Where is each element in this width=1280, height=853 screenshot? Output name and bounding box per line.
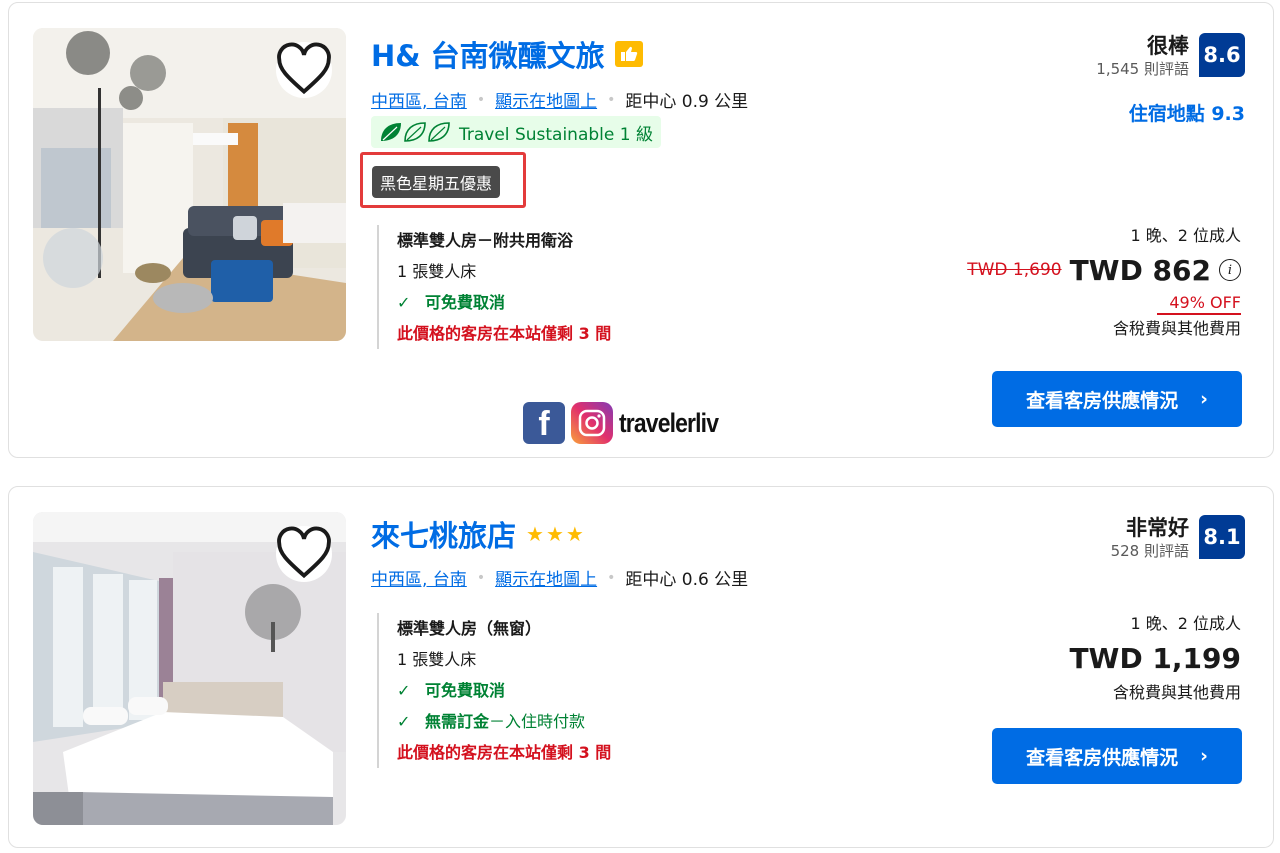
heart-icon [277,526,331,579]
room-details: 標準雙人房－附共用衛浴 1 張雙人床 ✓ 可免費取消 此價格的客房在本站僅剩 3 … [377,225,611,349]
info-icon[interactable]: i [1219,259,1241,281]
separator-dot: • [476,569,486,586]
price-block: 1 晚、2 位成人 TWD 1,199 含稅費與其他費用 [1069,611,1241,707]
save-to-wishlist-button[interactable] [276,42,332,98]
sustainability-label: Travel Sustainable 1 級 [459,124,653,145]
free-cancellation: ✓ 可免費取消 [397,675,611,706]
see-availability-label: 查看客房供應情況 [1026,389,1179,412]
checkmark-icon: ✓ [397,712,411,731]
highlight-box: 黑色星期五優惠 [360,152,526,208]
distance-from-center: 距中心 0.9 公里 [625,92,749,112]
scarcity-message: 此價格的客房在本站僅剩 3 間 [397,324,612,343]
review-count: 528 則評語 [1110,542,1189,560]
checkmark-icon: ✓ [397,293,411,312]
score-badge: 8.6 [1199,33,1245,77]
watermark-text: travelerliv [619,407,719,438]
score-badge: 8.1 [1199,515,1245,559]
free-cancellation: ✓ 可免費取消 [397,287,611,318]
rating-word: 很棒 [1147,34,1189,58]
save-to-wishlist-button[interactable] [276,526,332,582]
separator-dot: • [607,569,616,586]
rating-word: 非常好 [1126,516,1189,540]
property-name-link[interactable]: H& 台南微醺文旅 [371,33,605,75]
review-count: 1,545 則評語 [1096,60,1189,78]
show-on-map-link[interactable]: 顯示在地圖上 [495,87,597,112]
chevron-right-icon: › [1200,745,1208,767]
separator-dot: • [607,91,616,108]
original-price: TWD 1,690 [967,260,1062,280]
heart-icon [277,42,331,95]
current-price: TWD 862 [1069,253,1211,287]
leaf-icon [381,122,450,142]
star-rating-icon: ★★★ [526,522,586,546]
discount-label: 49% OFF [1157,291,1241,315]
price-block: 1 晚、2 位成人 TWD 1,690 TWD 862 i 49% OFF 含稅… [967,223,1241,343]
see-availability-button[interactable]: 查看客房供應情況 › [992,371,1242,427]
area-link[interactable]: 中西區, 台南 [371,87,467,112]
room-details: 標準雙人房（無窗） 1 張雙人床 ✓ 可免費取消 ✓ 無需訂金－入住時付款 此價格的… [377,613,611,768]
location-row: 中西區, 台南 • 顯示在地圖上 • 距中心 0.6 公里 [371,565,749,591]
bed-info: 1 張雙人床 [397,262,477,281]
sustainability-badge[interactable]: Travel Sustainable 1 級 [371,116,661,148]
checkmark-icon: ✓ [397,681,411,700]
property-name-row: 來七桃旅店 ★★★ [371,513,586,555]
property-card: 來七桃旅店 ★★★ 中西區, 台南 • 顯示在地圖上 • 距中心 0.6 公里 … [8,486,1274,848]
thumbs-up-icon [614,41,643,67]
location-score: 住宿地點 9.3 [1128,103,1245,125]
show-on-map-link[interactable]: 顯示在地圖上 [495,565,597,590]
property-photo[interactable] [33,512,346,825]
chevron-right-icon: › [1200,388,1208,410]
distance-from-center: 距中心 0.6 公里 [625,570,749,590]
taxes-note: 含稅費與其他費用 [1112,683,1241,702]
nights-guests: 1 晚、2 位成人 [1130,226,1241,245]
property-photo[interactable] [33,28,346,341]
review-score[interactable]: 非常好 528 則評語 8.1 [1111,515,1245,561]
bed-info: 1 張雙人床 [397,650,477,669]
location-row: 中西區, 台南 • 顯示在地圖上 • 距中心 0.9 公里 [371,87,749,113]
watermark: f travelerliv [523,402,736,444]
property-name-link[interactable]: 來七桃旅店 [371,513,516,555]
facebook-icon: f [523,402,565,444]
review-score[interactable]: 很棒 1,545 則評語 8.6 [1096,33,1245,79]
deal-badge: 黑色星期五優惠 [372,166,501,198]
instagram-icon [571,402,613,444]
see-availability-label: 查看客房供應情況 [1026,746,1179,769]
separator-dot: • [476,91,486,108]
nights-guests: 1 晚、2 位成人 [1130,614,1241,633]
no-prepayment: ✓ 無需訂金－入住時付款 [397,706,611,737]
scarcity-message: 此價格的客房在本站僅剩 3 間 [397,743,612,762]
room-type: 標準雙人房－附共用衛浴 [397,231,574,250]
room-type: 標準雙人房（無窗） [397,619,542,638]
property-name-row: H& 台南微醺文旅 [371,33,643,75]
current-price: TWD 1,199 [1069,641,1241,675]
see-availability-button[interactable]: 查看客房供應情況 › [992,728,1242,784]
area-link[interactable]: 中西區, 台南 [371,565,467,590]
property-card: H& 台南微醺文旅 中西區, 台南 • 顯示在地圖上 • 距中心 0.9 公里 … [8,2,1274,458]
taxes-note: 含稅費與其他費用 [1112,319,1241,338]
